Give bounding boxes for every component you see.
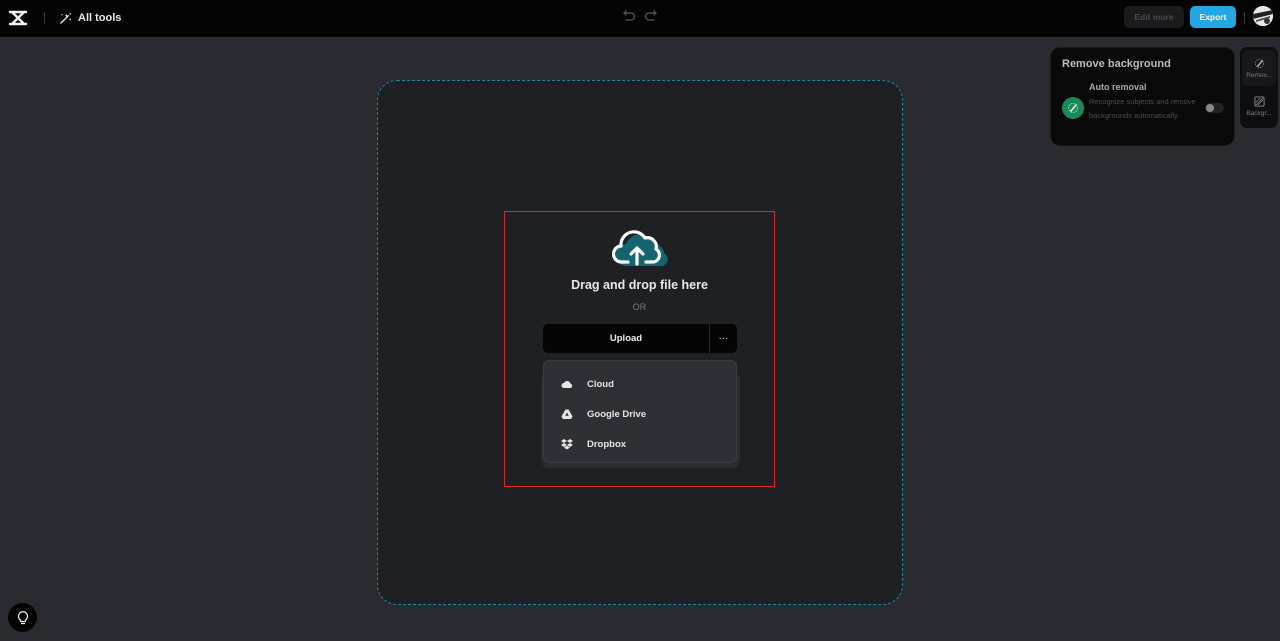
toggle-knob: [1206, 104, 1214, 112]
magic-wand-icon: [60, 12, 71, 24]
or-separator: OR: [632, 302, 647, 312]
auto-removal-title: Auto removal: [1089, 82, 1147, 92]
menu-item-google-drive[interactable]: Google Drive: [544, 399, 736, 429]
upload-button[interactable]: Upload: [543, 324, 709, 353]
menu-item-dropbox[interactable]: Dropbox: [544, 429, 736, 459]
rail-item-label: Backgr...: [1246, 109, 1272, 117]
rail-item-remove-background[interactable]: Remov...: [1242, 50, 1276, 86]
more-upload-options-button[interactable]: ···: [709, 324, 737, 353]
export-button[interactable]: Export: [1190, 6, 1236, 28]
remove-background-icon: [1254, 58, 1264, 68]
menu-item-label: Google Drive: [587, 408, 647, 420]
edit-more-button[interactable]: Edit more: [1124, 6, 1184, 28]
side-rail: Remov... Backgr...: [1240, 47, 1278, 128]
remove-background-panel: Remove background Auto removal Recognize…: [1050, 47, 1235, 146]
menu-item-label: Cloud: [587, 378, 614, 390]
dropbox-icon: [561, 439, 573, 450]
menu-item-cloud[interactable]: Cloud: [544, 369, 736, 399]
upload-button-group: Upload ···: [543, 324, 737, 353]
divider: [1244, 12, 1245, 24]
google-drive-icon: [561, 409, 573, 419]
undo-icon[interactable]: [621, 8, 637, 24]
upload-source-menu: Cloud Google Drive Dropbox: [543, 360, 737, 463]
avatar[interactable]: [1253, 6, 1273, 26]
redo-icon[interactable]: [643, 8, 659, 24]
auto-removal-description: Recognize subjects and remove background…: [1089, 97, 1196, 120]
capcut-logo-icon[interactable]: [8, 8, 28, 28]
auto-removal-toggle[interactable]: [1205, 103, 1224, 113]
menu-item-label: Dropbox: [587, 438, 627, 450]
tips-button[interactable]: [8, 603, 37, 632]
panel-title: Remove background: [1062, 58, 1171, 70]
drag-drop-text: Drag and drop file here: [571, 278, 708, 292]
cloud-upload-icon: [612, 230, 668, 266]
cloud-icon: [561, 381, 573, 388]
rail-item-label: Remov...: [1246, 71, 1272, 79]
auto-removal-icon: [1062, 97, 1084, 119]
background-icon: [1253, 95, 1265, 107]
rail-item-background[interactable]: Backgr...: [1242, 88, 1276, 124]
divider: [44, 12, 45, 24]
top-bar: All tools Edit more Export: [0, 0, 1280, 37]
all-tools-button[interactable]: All tools: [59, 9, 121, 27]
all-tools-label: All tools: [78, 12, 122, 24]
lightbulb-icon: [17, 610, 28, 624]
